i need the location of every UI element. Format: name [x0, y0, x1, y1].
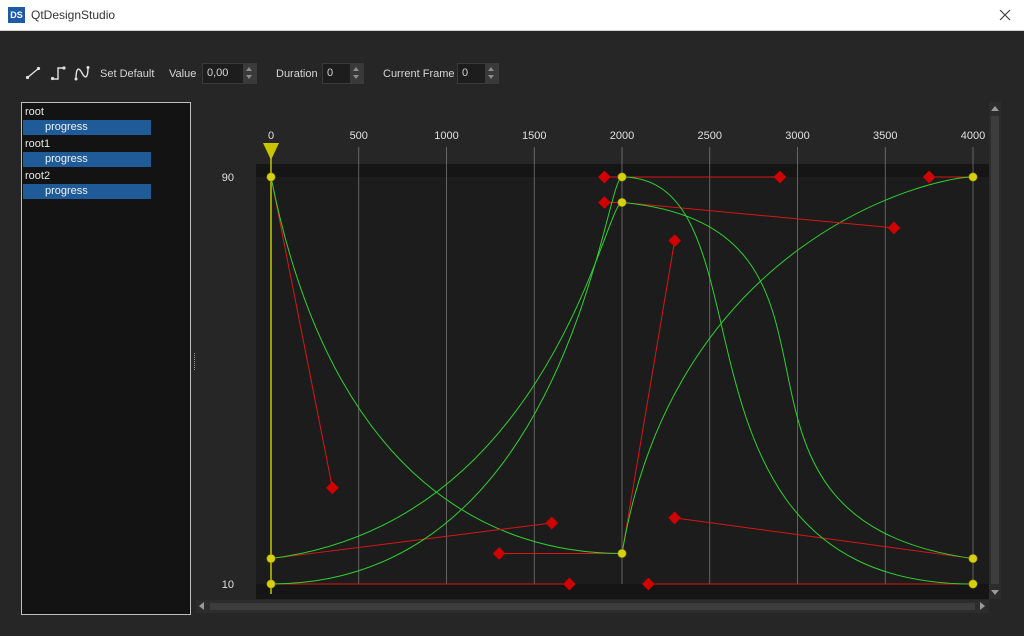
current-frame-field[interactable]: 0 [462, 67, 468, 79]
frame-tick-label: 500 [350, 130, 368, 142]
tree-item-root2[interactable]: root2 [25, 170, 50, 182]
spline-interpolation-icon[interactable] [74, 65, 90, 81]
close-icon[interactable] [996, 6, 1014, 24]
keyframe[interactable] [968, 172, 978, 182]
horizontal-scrollbar[interactable] [196, 600, 989, 613]
linear-interpolation-icon[interactable] [25, 65, 41, 81]
value-tick-label: 90 [222, 172, 234, 184]
title-bar: DS QtDesignStudio [0, 0, 1024, 31]
value-stepper[interactable] [243, 64, 256, 83]
frame-tick-label: 1000 [434, 130, 458, 142]
tree-item-root2-progress[interactable]: progress [23, 184, 151, 199]
value-label: Value [169, 68, 197, 80]
current-frame-stepper[interactable] [485, 64, 498, 83]
frame-tick-label: 2000 [610, 130, 634, 142]
duration-spinbox[interactable]: 0 [322, 63, 364, 84]
tree-item-root1-progress[interactable]: progress [23, 152, 151, 167]
horizontal-scroll-thumb[interactable] [210, 603, 975, 610]
frame-tick-label: 1500 [522, 130, 546, 142]
duration-stepper[interactable] [350, 64, 363, 83]
curve-graph[interactable]: 0 500 1000 1500 2000 2500 3000 3500 4000 90 10 [196, 102, 989, 599]
tree-item-root1[interactable]: root1 [25, 138, 50, 150]
stepper-down-icon[interactable] [246, 75, 252, 79]
toolbar: Set Default Value 0,00 Duration 0 Curren… [0, 31, 1024, 97]
value-field[interactable]: 0,00 [207, 67, 228, 79]
keyframe[interactable] [617, 548, 627, 558]
curve-canvas[interactable]: 0 500 1000 1500 2000 2500 3000 3500 4000 90 10 [196, 102, 989, 599]
scroll-left-icon[interactable] [199, 602, 204, 610]
keyframe[interactable] [266, 172, 276, 182]
vertical-scroll-thumb[interactable] [991, 116, 999, 584]
value-tick-label: 10 [222, 579, 234, 591]
stepper-down-icon[interactable] [488, 75, 494, 79]
frame-tick-label: 3000 [785, 130, 809, 142]
plot-area [256, 164, 989, 599]
current-frame-label: Current Frame [383, 68, 455, 80]
scroll-up-icon[interactable] [991, 106, 999, 111]
property-tree: root progress root1 progress root2 progr… [21, 102, 191, 615]
frame-tick-label: 3500 [873, 130, 897, 142]
frame-tick-label: 4000 [961, 130, 985, 142]
duration-field[interactable]: 0 [327, 67, 333, 79]
window-title: QtDesignStudio [31, 8, 116, 22]
keyframe[interactable] [617, 197, 627, 207]
scroll-right-icon[interactable] [980, 602, 985, 610]
app-logo: DS [8, 7, 25, 23]
frame-tick-label: 0 [268, 130, 274, 142]
keyframe[interactable] [617, 172, 627, 182]
stepper-up-icon[interactable] [488, 67, 494, 71]
vertical-scrollbar[interactable] [989, 102, 1001, 599]
current-frame-spinbox[interactable]: 0 [457, 63, 499, 84]
keyframe[interactable] [266, 554, 276, 564]
keyframe[interactable] [266, 579, 276, 589]
playhead-handle[interactable] [263, 143, 279, 160]
step-interpolation-icon[interactable] [50, 65, 66, 81]
tree-item-root-progress[interactable]: progress [23, 120, 151, 135]
set-default-button[interactable]: Set Default [100, 68, 154, 80]
value-spinbox[interactable]: 0,00 [202, 63, 257, 84]
scroll-down-icon[interactable] [991, 590, 999, 595]
stepper-up-icon[interactable] [246, 67, 252, 71]
stepper-down-icon[interactable] [353, 75, 359, 79]
stepper-up-icon[interactable] [353, 67, 359, 71]
tree-item-root[interactable]: root [25, 106, 44, 118]
keyframe[interactable] [968, 579, 978, 589]
frame-tick-label: 2500 [698, 130, 722, 142]
duration-label: Duration [276, 68, 318, 80]
keyframe[interactable] [968, 554, 978, 564]
plot-bottom-band [256, 584, 989, 599]
